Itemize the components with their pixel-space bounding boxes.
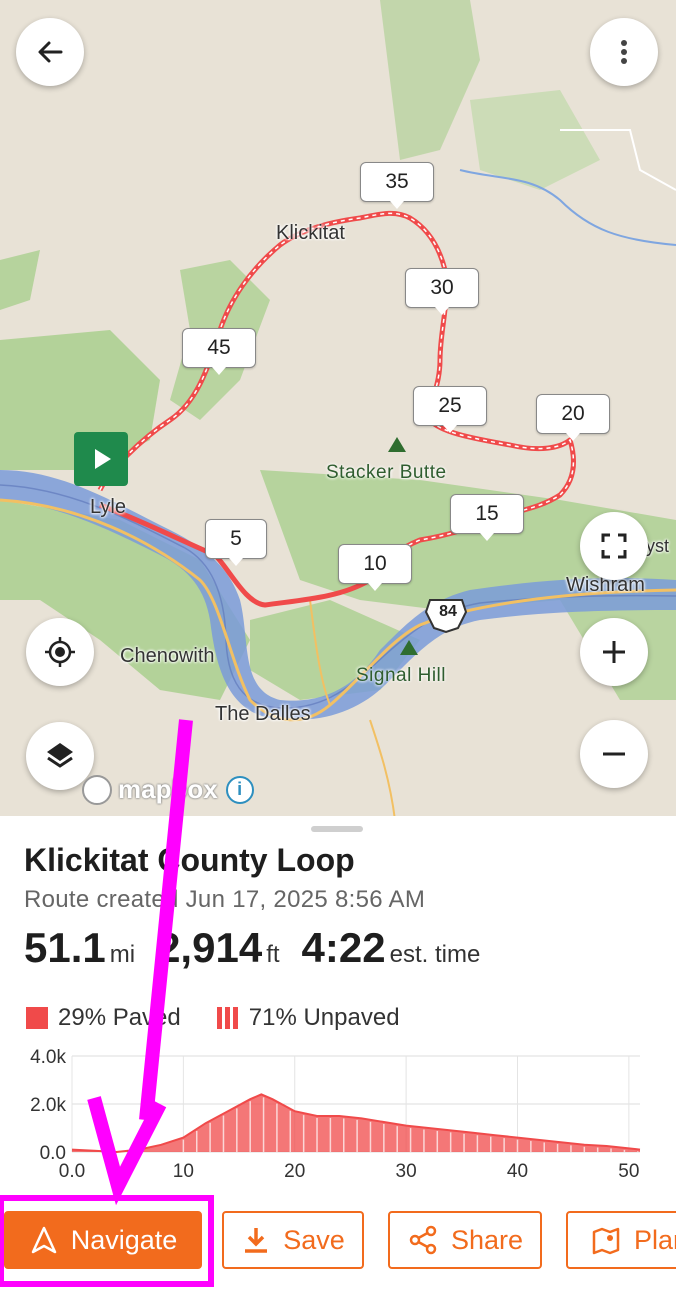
mapbox-logo-icon (82, 774, 112, 805)
time-unit: est. time (389, 941, 481, 968)
chart-area-series (72, 1094, 640, 1152)
info-icon[interactable]: i (225, 775, 254, 804)
my-location-button[interactable] (26, 618, 94, 686)
chart-y-tick-label: 2.0k (30, 1095, 66, 1116)
highway-shield-84: 84 (439, 603, 457, 620)
distance-unit: mi (109, 941, 136, 968)
back-arrow-icon (38, 41, 63, 63)
map-label-edge: yst (646, 536, 670, 556)
map-label-signal-hill: Signal Hill (356, 665, 446, 686)
navigate-button[interactable]: Navigate (4, 1211, 202, 1269)
start-marker[interactable] (74, 432, 128, 486)
paved-label: 29% Paved (58, 1004, 181, 1031)
distance-value: 51.1 (24, 924, 106, 971)
my-location-icon (45, 637, 75, 667)
share-button[interactable]: Share (388, 1211, 542, 1269)
mapbox-wordmark: mapbox (118, 774, 218, 804)
plan-button[interactable]: Plan (566, 1211, 676, 1269)
unpaved-label: 71% Unpaved (248, 1004, 400, 1031)
elevation-value: 2,914 (157, 924, 263, 971)
elevation-chart[interactable]: 4.0k2.0k0.00.0 10 20 30 40 50 (0, 1044, 676, 1184)
more-options-button[interactable] (590, 18, 658, 86)
chart-x-tick-label: 30 (396, 1161, 417, 1182)
route-details-sheet: Klickitat County Loop Route created Jun … (0, 816, 676, 1304)
fullscreen-icon (601, 533, 627, 559)
chart-x-tick-label: 40 (507, 1161, 528, 1182)
map-label-chenowith: Chenowith (120, 645, 215, 667)
route-created-date: Route created Jun 17, 2025 8:56 AM (24, 886, 426, 913)
elevation-unit: ft (266, 941, 280, 968)
chart-x-tick-label: 20 (284, 1161, 305, 1182)
download-icon (245, 1228, 268, 1253)
sheet-drag-handle[interactable] (311, 826, 363, 832)
mile-marker[interactable]: 45 (182, 328, 256, 375)
route-stats: 51.1 mi 2,914 ft 4:22 est. time (24, 924, 502, 972)
mile-marker[interactable]: 15 (450, 494, 524, 541)
mapbox-attribution: mapbox i (82, 774, 254, 805)
mile-marker[interactable]: 25 (413, 386, 487, 433)
mile-marker[interactable]: 30 (405, 268, 479, 315)
play-icon (95, 449, 111, 469)
time-value: 4:22 (301, 924, 386, 971)
map-view[interactable]: Klickitat Lyle Chenowith The Dalles Wish… (0, 0, 676, 820)
share-icon (409, 1225, 437, 1255)
paved-swatch (26, 1007, 48, 1029)
map-label-klickitat: Klickitat (276, 222, 345, 244)
map-label-stacker-butte: Stacker Butte (326, 462, 447, 483)
zoom-out-button[interactable] (580, 720, 648, 788)
more-vert-icon (621, 40, 627, 64)
save-button[interactable]: Save (222, 1211, 364, 1269)
zoom-in-button[interactable] (580, 618, 648, 686)
mile-marker[interactable]: 35 (360, 162, 434, 209)
surface-legend: 29% Paved 71% Unpaved (26, 1004, 400, 1032)
chart-x-tick-label: 50 (618, 1161, 639, 1182)
route-title: Klickitat County Loop (24, 842, 355, 878)
mile-marker[interactable]: 10 (338, 544, 412, 591)
map-label-the-dalles: The Dalles (215, 703, 311, 725)
save-label: Save (283, 1224, 345, 1255)
mile-marker[interactable]: 20 (536, 394, 610, 441)
chart-x-tick-label: 0.0 (59, 1161, 85, 1182)
unpaved-swatch (216, 1007, 239, 1029)
plan-label: Plan (634, 1224, 676, 1255)
map-label-lyle: Lyle (90, 496, 126, 518)
chart-y-tick-label: 4.0k (30, 1047, 66, 1068)
navigate-label: Navigate (70, 1224, 178, 1255)
back-button[interactable] (16, 18, 84, 86)
plus-icon (603, 641, 625, 663)
chart-x-tick-label: 10 (173, 1161, 194, 1182)
fullscreen-button[interactable] (580, 512, 648, 580)
map-pin-icon (592, 1227, 620, 1255)
share-label: Share (450, 1224, 524, 1255)
minus-icon (603, 752, 625, 756)
layers-icon (47, 743, 73, 768)
navigation-arrow-icon (31, 1226, 56, 1254)
mile-marker[interactable]: 5 (205, 519, 267, 566)
